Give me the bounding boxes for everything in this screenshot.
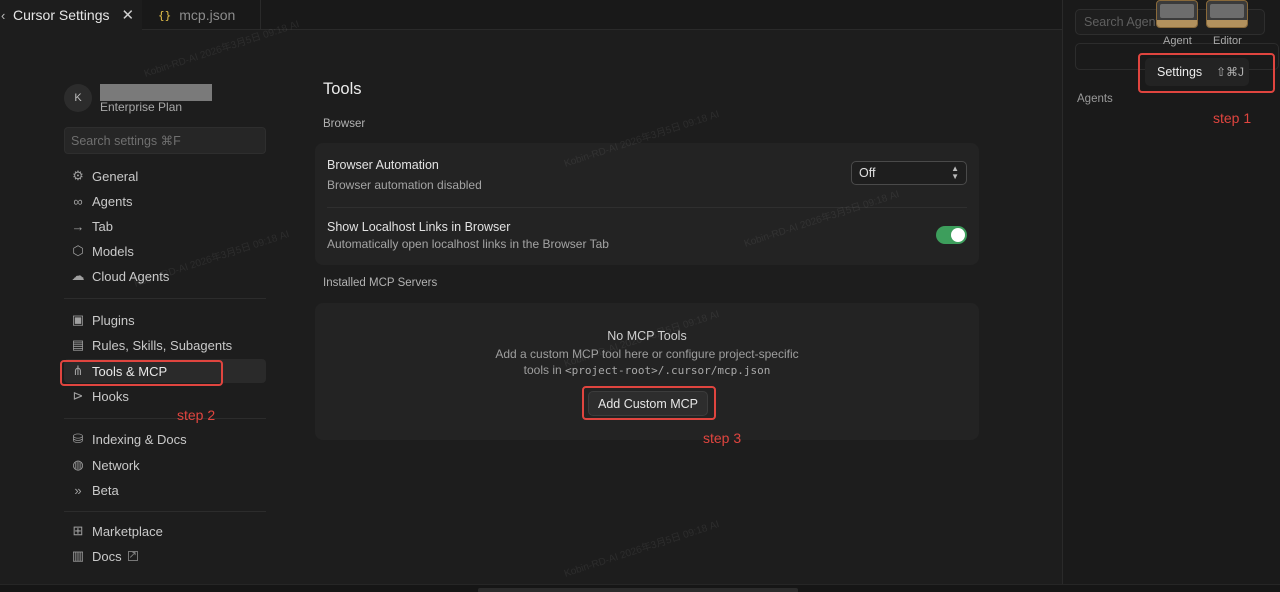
sidebar-item-label: Agents <box>92 193 133 209</box>
plan-label: Enterprise Plan <box>100 100 183 114</box>
external-link-icon: ↗ <box>127 550 138 561</box>
highlight-step2 <box>60 360 223 386</box>
browser-automation-select[interactable]: Off ▲ ▼ <box>851 161 967 185</box>
step3-label: step 3 <box>703 430 742 446</box>
sidebar-item-beta[interactable]: » Beta <box>64 478 266 502</box>
settings-search[interactable] <box>64 127 266 154</box>
double-chevron-icon: » <box>74 482 82 498</box>
gear-icon: ⚙ <box>72 168 84 183</box>
editor-tab-bar: ‹ Cursor Settings ✕ {} mcp.json <box>0 0 1062 30</box>
sidebar-item-marketplace[interactable]: ⊞ Marketplace <box>64 519 266 543</box>
step2-label: step 2 <box>177 407 216 423</box>
chevron-left-icon: ‹ <box>1 7 6 23</box>
mcp-json-path: <project-root>/.cursor/mcp.json <box>565 364 771 377</box>
status-bar <box>0 584 1280 592</box>
book-icon: ▥ <box>71 548 85 563</box>
tab-arrow-icon: → <box>71 218 85 234</box>
thumbnail-base <box>1207 20 1247 27</box>
sidebar-item-label: General <box>92 168 139 184</box>
sidebar-item-label: Rules, Skills, Subagents <box>92 337 233 353</box>
select-value: Off <box>859 166 876 180</box>
tab-mcp-json[interactable]: {} mcp.json <box>143 0 261 30</box>
sidebar-item-network[interactable]: ◍ Network <box>64 453 266 477</box>
localhost-links-title: Show Localhost Links in Browser <box>327 220 511 234</box>
thumbnail-base <box>1157 20 1197 27</box>
redacted-username <box>100 84 212 101</box>
package-icon: ▣ <box>71 312 85 327</box>
layout-editor-thumbnail[interactable] <box>1206 0 1248 28</box>
step1-label: step 1 <box>1213 110 1252 126</box>
sidebar-item-label: Tab <box>92 218 113 234</box>
document-icon: ▤ <box>71 337 85 352</box>
grid-plus-icon: ⊞ <box>72 523 84 538</box>
sidebar-item-agents[interactable]: ∞ Agents <box>64 189 266 213</box>
json-file-icon: {} <box>158 8 172 22</box>
hooks-icon: ⊳ <box>72 388 84 403</box>
layout-editor-label[interactable]: Editor <box>1213 35 1242 47</box>
infinity-icon: ∞ <box>73 193 83 209</box>
browser-settings-card: Browser Automation Browser automation di… <box>315 143 979 265</box>
layout-agent-thumbnail[interactable] <box>1156 0 1198 28</box>
database-icon: ⛁ <box>72 431 84 446</box>
sidebar-item-label: Cloud Agents <box>92 268 170 284</box>
section-label-mcp: Installed MCP Servers <box>323 277 438 289</box>
toggle-knob <box>951 228 965 242</box>
sidebar-item-docs[interactable]: ▥ Docs ↗ <box>64 544 266 568</box>
mcp-empty-desc-prefix: tools in <box>523 363 566 377</box>
watermark-text: Kobin-RD-AI 2026年3月5日 09:18 AI <box>562 519 721 580</box>
sidebar-item-label: Marketplace <box>92 523 163 539</box>
thumbnail-window <box>1160 4 1194 18</box>
sidebar-divider <box>64 298 266 299</box>
sidebar-item-label: Models <box>92 243 134 259</box>
sidebar-item-indexing-docs[interactable]: ⛁ Indexing & Docs <box>64 427 266 451</box>
localhost-links-desc: Automatically open localhost links in th… <box>327 237 609 251</box>
mcp-empty-title: No MCP Tools <box>607 329 687 343</box>
cloud-icon: ☁ <box>71 268 85 283</box>
cube-icon: ⬡ <box>72 243 84 258</box>
sidebar-divider <box>64 418 266 419</box>
close-icon[interactable]: ✕ <box>121 6 134 24</box>
status-bar-segment <box>478 588 798 592</box>
thumbnail-window <box>1210 4 1244 18</box>
sidebar-item-label: Docs <box>92 548 122 564</box>
mcp-empty-desc: Add a custom MCP tool here or configure … <box>467 346 827 379</box>
sidebar-item-hooks[interactable]: ⊳ Hooks <box>64 384 266 408</box>
sidebar-item-models[interactable]: ⬡ Models <box>64 239 266 263</box>
row-divider <box>327 207 967 208</box>
page-title: Tools <box>323 80 362 98</box>
browser-automation-title: Browser Automation <box>327 158 439 172</box>
tab-label: mcp.json <box>179 7 236 23</box>
sidebar-item-cloud-agents[interactable]: ☁ Cloud Agents <box>64 264 266 288</box>
avatar[interactable]: K <box>64 84 92 112</box>
sidebar-item-rules-skills-subagents[interactable]: ▤ Rules, Skills, Subagents <box>64 333 266 357</box>
sidebar-item-plugins[interactable]: ▣ Plugins <box>64 308 266 332</box>
settings-search-input[interactable] <box>71 133 265 148</box>
tab-label: Cursor Settings <box>13 7 110 23</box>
browser-automation-desc: Browser automation disabled <box>327 178 482 192</box>
section-label-browser: Browser <box>323 118 366 130</box>
localhost-links-toggle[interactable] <box>936 226 967 244</box>
sidebar-item-tab[interactable]: → Tab <box>64 214 266 238</box>
globe-icon: ◍ <box>72 457 84 472</box>
agents-label: Agents <box>1077 93 1113 105</box>
tab-cursor-settings[interactable]: ‹ Cursor Settings ✕ <box>0 0 142 30</box>
sidebar-item-label: Plugins <box>92 312 135 328</box>
highlight-step3 <box>582 386 716 420</box>
sidebar-divider <box>64 511 266 512</box>
layout-agent-label[interactable]: Agent <box>1163 35 1192 47</box>
chevron-updown-icon: ▲ ▼ <box>951 164 959 181</box>
highlight-step1 <box>1138 53 1275 93</box>
sidebar-item-label: Indexing & Docs <box>92 431 187 447</box>
mcp-empty-desc-line1: Add a custom MCP tool here or configure … <box>495 347 799 361</box>
sidebar-item-label: Hooks <box>92 388 129 404</box>
sidebar-item-label: Beta <box>92 482 119 498</box>
sidebar-item-label: Network <box>92 457 140 473</box>
sidebar-item-general[interactable]: ⚙ General <box>64 164 266 188</box>
